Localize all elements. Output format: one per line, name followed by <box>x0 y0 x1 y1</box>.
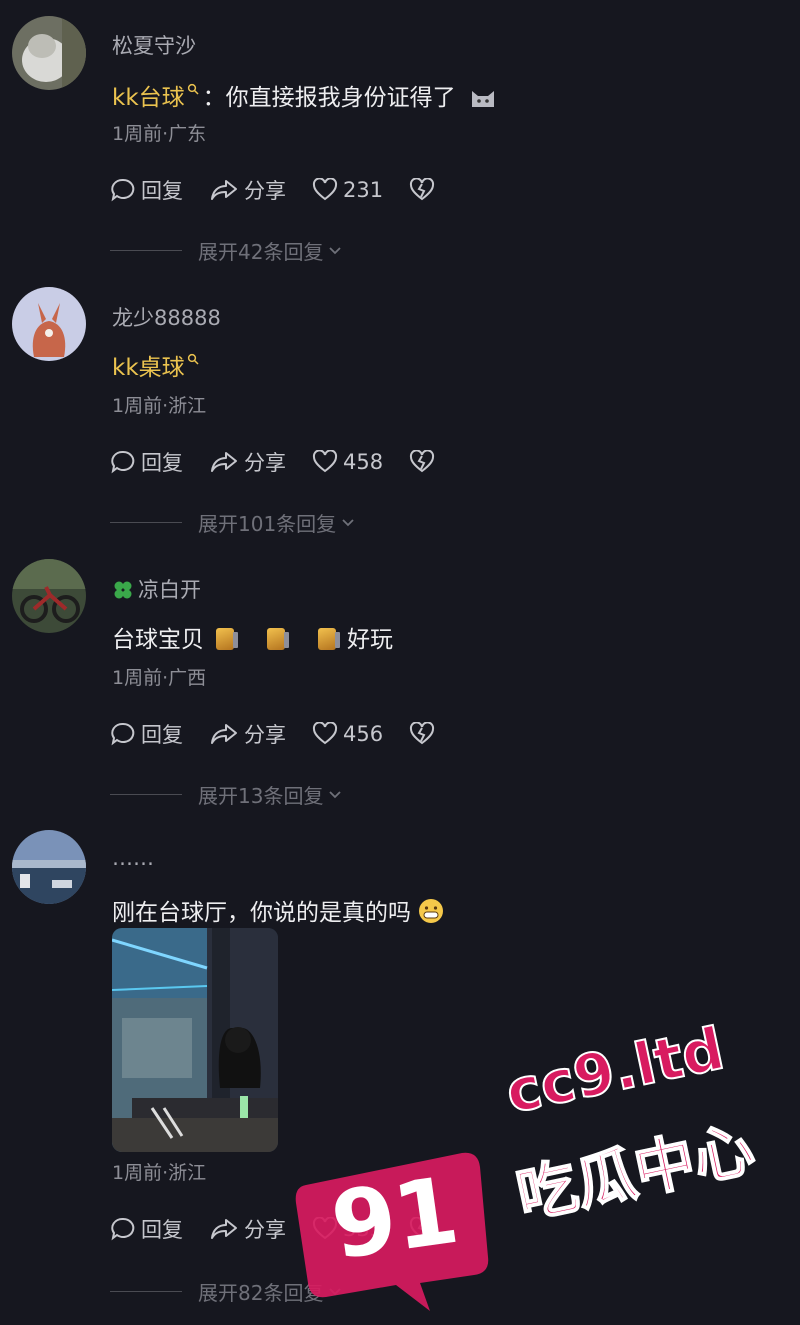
expand-replies[interactable]: 展开42条回复 <box>110 235 343 265</box>
watermark-domain: cc9.ltd <box>499 1013 731 1127</box>
comment-text: kk桌球 <box>112 348 199 382</box>
reply-label: 回复 <box>141 179 183 203</box>
like-count: 231 <box>343 178 384 202</box>
chevron-down-icon <box>329 1288 342 1296</box>
action-bar: 回复 分享 456 <box>110 716 466 752</box>
share-button[interactable]: 分享 <box>209 447 286 477</box>
reply-button[interactable]: 回复 <box>110 175 183 205</box>
action-bar: 回复 分享 335 <box>110 1211 466 1247</box>
dislike-button[interactable] <box>409 722 440 746</box>
expand-replies[interactable]: 展开82条回复 <box>110 1276 343 1306</box>
divider <box>110 521 182 523</box>
comment-meta: 1周前·浙江 <box>112 1162 207 1184</box>
comment-meta: 1周前·广西 <box>112 667 207 689</box>
grin-emoji-icon <box>419 899 443 923</box>
expand-replies[interactable]: 展开101条回复 <box>110 507 356 537</box>
heart-icon <box>312 1217 338 1240</box>
clover-icon <box>114 581 132 599</box>
search-icon <box>187 83 199 95</box>
share-label: 分享 <box>244 451 286 475</box>
like-button[interactable]: 456 <box>312 722 383 746</box>
reply-label: 回复 <box>141 1218 183 1242</box>
comment-content: ：你直接报我身份证得了 <box>202 85 456 111</box>
share-label: 分享 <box>244 179 286 203</box>
action-bar: 回复 分享 458 <box>110 444 466 480</box>
share-arrow-icon <box>211 1219 237 1239</box>
chat-bubble-icon <box>111 178 135 202</box>
share-arrow-icon <box>211 724 237 744</box>
reply-button[interactable]: 回复 <box>110 719 183 749</box>
expand-label: 展开13条回复 <box>198 783 324 808</box>
reply-button[interactable]: 回复 <box>110 447 183 477</box>
cat-emoji-icon <box>471 91 494 107</box>
dislike-button[interactable] <box>409 178 440 202</box>
share-label: 分享 <box>244 723 286 747</box>
heart-icon <box>312 450 338 473</box>
comment-text: 台球宝贝 好玩 <box>112 620 393 654</box>
comment-content: 好玩 <box>347 627 393 653</box>
broken-heart-icon <box>410 178 435 201</box>
username-text: 凉白开 <box>138 578 201 602</box>
avatar[interactable] <box>12 287 86 361</box>
expand-label: 展开42条回复 <box>198 239 324 264</box>
reply-button[interactable]: 回复 <box>110 1214 183 1244</box>
like-count: 335 <box>343 1217 384 1241</box>
chat-bubble-icon <box>111 722 135 746</box>
reply-label: 回复 <box>141 723 183 747</box>
comment-content: 台球宝贝 <box>112 627 204 653</box>
broken-heart-icon <box>410 1217 435 1240</box>
watermark-name: 吃瓜中心 <box>510 1113 761 1233</box>
search-icon <box>187 353 199 365</box>
comment-meta: 1周前·广东 <box>112 123 207 145</box>
broken-heart-icon <box>410 450 435 473</box>
chevron-down-icon <box>342 519 354 527</box>
chat-bubble-icon <box>111 1217 135 1241</box>
share-button[interactable]: 分享 <box>209 719 286 749</box>
expand-replies[interactable]: 展开13条回复 <box>110 779 343 809</box>
avatar[interactable] <box>12 16 86 90</box>
trophy-emoji-icon <box>318 628 340 650</box>
share-button[interactable]: 分享 <box>209 175 286 205</box>
chevron-down-icon <box>329 247 342 255</box>
reply-label: 回复 <box>141 451 183 475</box>
share-arrow-icon <box>211 180 237 200</box>
trophy-emoji-icon <box>216 628 238 650</box>
like-button[interactable]: 231 <box>312 178 383 202</box>
broken-heart-icon <box>410 722 435 745</box>
comment-text: 刚在台球厅，你说的是真的吗 <box>112 893 445 927</box>
share-label: 分享 <box>244 1218 286 1242</box>
mention-link[interactable]: kk台球 <box>112 85 185 111</box>
dislike-button[interactable] <box>409 450 440 474</box>
chat-bubble-icon <box>111 450 135 474</box>
heart-icon <box>312 178 338 201</box>
heart-icon <box>312 722 338 745</box>
username[interactable]: 凉白开 <box>112 574 201 604</box>
avatar[interactable] <box>12 830 86 904</box>
username[interactable]: 松夏守沙 <box>112 30 196 60</box>
avatar[interactable] <box>12 559 86 633</box>
expand-label: 展开82条回复 <box>198 1280 324 1305</box>
trophy-emoji-icon <box>267 628 289 650</box>
comment-photo[interactable] <box>112 928 278 1152</box>
like-count: 458 <box>343 450 384 474</box>
comment-text: kk台球 ：你直接报我身份证得了 <box>112 78 497 112</box>
username[interactable]: 龙少88888 <box>112 302 221 332</box>
divider <box>110 249 182 251</box>
dislike-button[interactable] <box>409 1217 440 1241</box>
chevron-down-icon <box>329 791 342 799</box>
like-button[interactable]: 458 <box>312 450 383 474</box>
expand-label: 展开101条回复 <box>198 511 337 536</box>
comment-content: 刚在台球厅，你说的是真的吗 <box>112 900 411 926</box>
action-bar: 回复 分享 231 <box>110 172 466 208</box>
comment-meta: 1周前·浙江 <box>112 395 207 417</box>
mention-link[interactable]: kk桌球 <box>112 355 185 381</box>
username[interactable]: …… <box>112 846 154 870</box>
share-button[interactable]: 分享 <box>209 1214 286 1244</box>
like-count: 456 <box>343 722 384 746</box>
divider <box>110 793 182 795</box>
share-arrow-icon <box>211 452 237 472</box>
like-button[interactable]: 335 <box>312 1217 383 1241</box>
divider <box>110 1290 182 1292</box>
